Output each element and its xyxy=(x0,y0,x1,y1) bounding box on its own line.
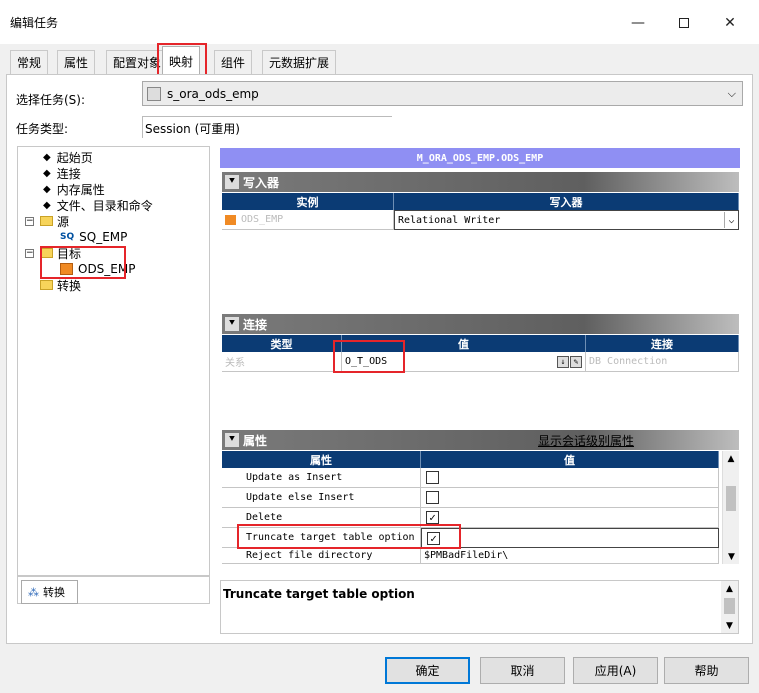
target-icon xyxy=(60,263,73,275)
property-row-name: Update as Insert xyxy=(222,468,421,488)
mapping-banner: M_ORA_ODS_EMP.ODS_EMP xyxy=(220,148,740,168)
description-box: Truncate target table option ▲ ▼ xyxy=(220,580,739,634)
ok-button[interactable]: 确定 xyxy=(385,657,470,684)
tab-components[interactable]: 组件 xyxy=(214,50,253,74)
tree-item-source[interactable]: − 源 xyxy=(25,213,69,229)
tree-item-connection[interactable]: ◆ 连接 xyxy=(43,165,81,181)
writers-row-writer-select[interactable]: Relational Writer ⌵ xyxy=(394,210,739,230)
transformation-icon: ⁂ xyxy=(28,585,39,599)
tree-item-transformations[interactable]: 转换 xyxy=(40,277,81,293)
select-task-value: s_ora_ods_emp xyxy=(167,86,259,101)
checkmark-icon: ✓ xyxy=(430,531,437,545)
property-row-value[interactable]: ✓ xyxy=(421,528,719,548)
maximize-button[interactable] xyxy=(661,8,707,38)
writers-col-instance: 实例 xyxy=(222,193,394,210)
minimize-icon: — xyxy=(631,15,645,31)
truncate-target-table-checkbox[interactable]: ✓ xyxy=(427,531,440,545)
scroll-up-icon[interactable]: ▲ xyxy=(723,451,739,466)
description-scrollbar[interactable]: ▲ ▼ xyxy=(721,581,738,633)
connections-row-value[interactable]: O_T_ODS ↓ ✎ xyxy=(342,352,586,372)
connections-row-connection: DB Connection xyxy=(586,352,739,372)
diamond-icon: ◆ xyxy=(43,199,51,211)
update-else-insert-checkbox[interactable] xyxy=(426,491,439,504)
connections-section-header: ⯆ 连接 xyxy=(222,314,739,334)
scroll-up-icon[interactable]: ▲ xyxy=(721,581,738,596)
writers-row-instance: ODS_EMP xyxy=(222,210,394,230)
connections-col-type: 类型 xyxy=(222,335,342,352)
tree-item-memory-properties[interactable]: ◆ 内存属性 xyxy=(43,181,105,197)
diamond-icon: ◆ xyxy=(43,167,51,179)
select-task-label: 选择任务(S): xyxy=(16,93,86,107)
checkmark-icon: ✓ xyxy=(429,511,436,524)
connection-browse-button[interactable]: ↓ xyxy=(557,355,569,368)
tab-properties[interactable]: 属性 xyxy=(57,50,96,74)
tab-general[interactable]: 常规 xyxy=(10,50,49,74)
chevron-down-icon: ⌵ xyxy=(727,86,736,100)
property-row-name: Update else Insert xyxy=(222,488,421,508)
writers-section-header: ⯆ 写入器 xyxy=(222,172,739,192)
show-session-properties-link[interactable]: 显示会话级别属性 xyxy=(538,432,634,449)
connections-col-connection: 连接 xyxy=(586,335,739,352)
scroll-thumb[interactable] xyxy=(724,598,735,614)
collapse-icon[interactable]: ⯆ xyxy=(225,433,239,447)
collapse-icon[interactable]: ⯆ xyxy=(225,175,239,189)
tree-panel: ◆ 起始页 ◆ 连接 ◆ 内存属性 ◆ 文件、目录和命令 − 源 SQ SQ_EMP − 目标… xyxy=(17,146,210,576)
tree-tab-transformations[interactable]: ⁂ 转换 xyxy=(21,580,78,604)
properties-section-header: ⯆ 属性 xyxy=(222,430,739,450)
connections-col-value: 值 xyxy=(342,335,586,352)
task-type-value: Session (可重用) xyxy=(142,116,392,138)
diamond-icon: ◆ xyxy=(43,151,51,163)
window-title: 编辑任务 xyxy=(10,16,59,30)
tree-item-start-page[interactable]: ◆ 起始页 xyxy=(43,149,93,165)
apply-button[interactable]: 应用(A) xyxy=(573,657,658,684)
scroll-down-icon[interactable]: ▼ xyxy=(721,618,738,633)
writers-col-writer: 写入器 xyxy=(394,193,739,210)
tab-config-object[interactable]: 配置对象 xyxy=(106,50,169,74)
tree-item-sq-emp[interactable]: SQ SQ_EMP xyxy=(60,229,127,245)
collapse-icon[interactable]: − xyxy=(25,216,34,226)
collapse-icon[interactable]: − xyxy=(25,248,34,258)
delete-checkbox[interactable]: ✓ xyxy=(426,511,439,524)
close-button[interactable]: ✕ xyxy=(707,8,753,38)
property-row-value[interactable] xyxy=(421,468,719,488)
chevron-down-icon: ⌵ xyxy=(724,212,738,228)
tree-item-files-dirs-commands[interactable]: ◆ 文件、目录和命令 xyxy=(43,197,153,213)
cancel-button[interactable]: 取消 xyxy=(480,657,565,684)
diamond-icon: ◆ xyxy=(43,183,51,195)
property-row-name: Truncate target table option xyxy=(222,528,421,548)
property-row-name: Reject file directory xyxy=(222,548,421,564)
connections-row-type: 关系 xyxy=(222,352,342,372)
properties-col-value: 值 xyxy=(421,451,719,468)
folder-icon xyxy=(40,248,53,258)
tree-item-target[interactable]: − 目标 xyxy=(25,245,81,261)
maximize-icon xyxy=(679,18,689,28)
properties-col-name: 属性 xyxy=(222,451,421,468)
tree-item-ods-emp[interactable]: ODS_EMP xyxy=(60,261,135,277)
property-row-value[interactable]: $PMBadFileDir\ xyxy=(421,548,719,564)
properties-scrollbar[interactable]: ▲ ▼ xyxy=(722,451,739,564)
property-row-value[interactable] xyxy=(421,488,719,508)
update-as-insert-checkbox[interactable] xyxy=(426,471,439,484)
source-qualifier-icon: SQ xyxy=(60,232,75,242)
select-task-combo[interactable]: s_ora_ods_emp ⌵ xyxy=(142,81,743,106)
tab-mapping[interactable]: 映射 xyxy=(162,46,201,76)
folder-icon xyxy=(40,216,53,226)
help-button[interactable]: 帮助 xyxy=(664,657,749,684)
close-icon: ✕ xyxy=(724,15,736,31)
task-type-label: 任务类型: xyxy=(16,122,69,136)
minimize-button[interactable]: — xyxy=(615,8,661,38)
target-icon xyxy=(225,214,236,225)
property-row-value[interactable]: ✓ xyxy=(421,508,719,528)
connection-edit-button[interactable]: ✎ xyxy=(570,355,582,368)
property-row-name: Delete xyxy=(222,508,421,528)
tab-metadata-extensions[interactable]: 元数据扩展 xyxy=(262,50,337,74)
collapse-icon[interactable]: ⯆ xyxy=(225,317,239,331)
scroll-down-icon[interactable]: ▼ xyxy=(723,549,740,564)
description-text: Truncate target table option xyxy=(223,587,415,601)
scroll-thumb[interactable] xyxy=(726,486,736,511)
folder-icon xyxy=(40,280,53,290)
session-icon xyxy=(147,86,161,101)
